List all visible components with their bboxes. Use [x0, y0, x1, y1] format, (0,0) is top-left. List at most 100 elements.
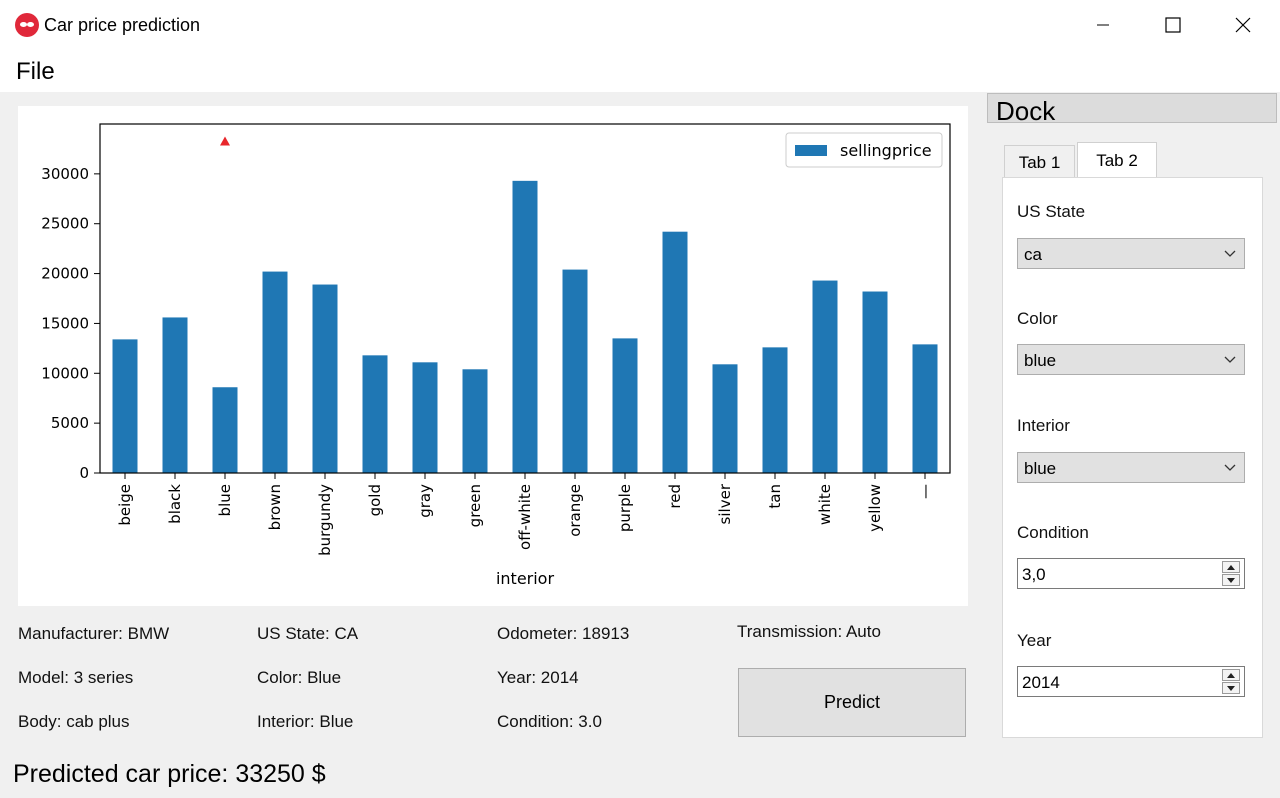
bar [562, 269, 588, 473]
color-label: Color: Blue [257, 668, 342, 687]
legend-label: sellingprice [840, 141, 932, 160]
y-tick-label: 25000 [41, 215, 89, 233]
year-label: Year: 2014 [497, 668, 579, 687]
y-tick-label: 30000 [41, 165, 89, 183]
x-tick-label: yellow [866, 484, 884, 532]
x-tick-label: silver [716, 483, 734, 524]
color-field-label: Color [1017, 309, 1058, 328]
tab-1[interactable]: Tab 1 [1004, 145, 1075, 179]
us-state-select[interactable]: ca [1017, 238, 1245, 269]
condition-decrement-button[interactable] [1222, 574, 1240, 586]
us-state-value: ca [1024, 245, 1042, 264]
transmission-label: Transmission: Auto [737, 622, 881, 641]
year-increment-button[interactable] [1222, 669, 1240, 681]
chevron-down-icon [1224, 356, 1236, 363]
app-logo-icon [15, 13, 39, 37]
bar [112, 339, 138, 473]
minimize-button[interactable] [1068, 0, 1138, 50]
year-field-label: Year [1017, 631, 1052, 650]
y-tick-label: 15000 [41, 314, 89, 332]
close-button[interactable] [1208, 0, 1278, 50]
menu-file[interactable]: File [16, 58, 55, 86]
year-spinbox[interactable]: 2014 [1017, 666, 1245, 697]
color-value: blue [1024, 351, 1057, 370]
us-state-field-label: US State [1017, 202, 1086, 221]
x-tick-label: burgundy [316, 484, 334, 556]
chart-panel: 0 5000 10000 15000 20000 25000 30000 beige black… [18, 106, 968, 606]
state-label: US State: CA [257, 624, 359, 643]
odometer-label: Odometer: 18913 [497, 624, 630, 643]
condition-label: Condition: 3.0 [497, 712, 602, 731]
dock-title-bar[interactable]: Dock [987, 93, 1277, 126]
interior-label: Interior: Blue [257, 712, 354, 731]
bar [662, 231, 688, 473]
bar [912, 344, 938, 473]
bar [412, 362, 438, 473]
menu-bar [0, 50, 1280, 92]
bar [162, 317, 188, 473]
bar [312, 284, 338, 473]
dock-title: Dock [996, 96, 1056, 126]
y-tick-label: 10000 [41, 364, 89, 382]
model-label: Model: 3 series [18, 668, 134, 687]
chevron-down-icon [1224, 250, 1236, 257]
bar [212, 387, 238, 473]
interior-select[interactable]: blue [1017, 452, 1245, 483]
bar [712, 364, 738, 473]
bar [362, 355, 388, 473]
condition-increment-button[interactable] [1222, 561, 1240, 573]
legend-swatch [795, 145, 827, 156]
manufacturer-label: Manufacturer: BMW [18, 624, 170, 643]
bar [262, 271, 288, 473]
bar [812, 280, 838, 473]
x-tick-label: orange [566, 484, 584, 537]
x-tick-label: blue [216, 484, 234, 516]
x-tick-label: white [816, 484, 834, 525]
bar [612, 338, 638, 473]
y-tick-label: 0 [79, 464, 89, 482]
x-tick-label: tan [766, 484, 784, 509]
maximize-icon [1165, 17, 1181, 33]
color-select[interactable]: blue [1017, 344, 1245, 375]
bar [512, 180, 538, 473]
close-icon [1235, 17, 1251, 33]
x-axis-label: interior [496, 569, 555, 588]
x-tick-label: black [166, 484, 184, 524]
arrow-up-icon [1227, 564, 1235, 570]
window-title: Car price prediction [44, 15, 201, 35]
arrow-down-icon [1227, 577, 1235, 583]
predicted-price: Predicted car price: 33250 $ [13, 760, 326, 788]
x-tick-label: beige [116, 484, 134, 526]
x-tick-label: green [466, 484, 484, 527]
chevron-down-icon [1224, 464, 1236, 471]
year-value: 2014 [1022, 673, 1060, 692]
x-tick-label: red [666, 484, 684, 509]
bar [862, 291, 888, 473]
x-tick-label: gold [366, 484, 384, 516]
arrow-down-icon [1227, 685, 1235, 691]
prediction-marker [220, 136, 230, 146]
maximize-button[interactable] [1138, 0, 1208, 50]
tab-1-label: Tab 1 [1018, 152, 1061, 172]
condition-value: 3,0 [1022, 565, 1046, 584]
x-tick-label: purple [616, 484, 634, 532]
tab-2-label: Tab 2 [1096, 151, 1138, 170]
y-tick-label: 20000 [41, 265, 89, 283]
body-label: Body: cab plus [18, 712, 130, 731]
condition-field-label: Condition [1017, 523, 1089, 542]
x-tick-label: brown [266, 484, 284, 530]
arrow-up-icon [1227, 672, 1235, 678]
predict-button[interactable]: Predict [738, 668, 966, 737]
bar [462, 369, 488, 473]
bar [762, 347, 788, 473]
bar-chart: 0 5000 10000 15000 20000 25000 30000 beige black… [41, 123, 951, 588]
x-tick-label: — [916, 484, 934, 499]
y-tick-label: 5000 [51, 414, 89, 432]
interior-field-label: Interior [1017, 416, 1070, 435]
tab-2[interactable]: Tab 2 [1077, 142, 1157, 179]
x-tick-label: gray [416, 484, 434, 518]
year-decrement-button[interactable] [1222, 682, 1240, 694]
x-tick-label: off-white [516, 484, 534, 550]
condition-spinbox[interactable]: 3,0 [1017, 558, 1245, 589]
predict-button-label: Predict [823, 692, 881, 712]
